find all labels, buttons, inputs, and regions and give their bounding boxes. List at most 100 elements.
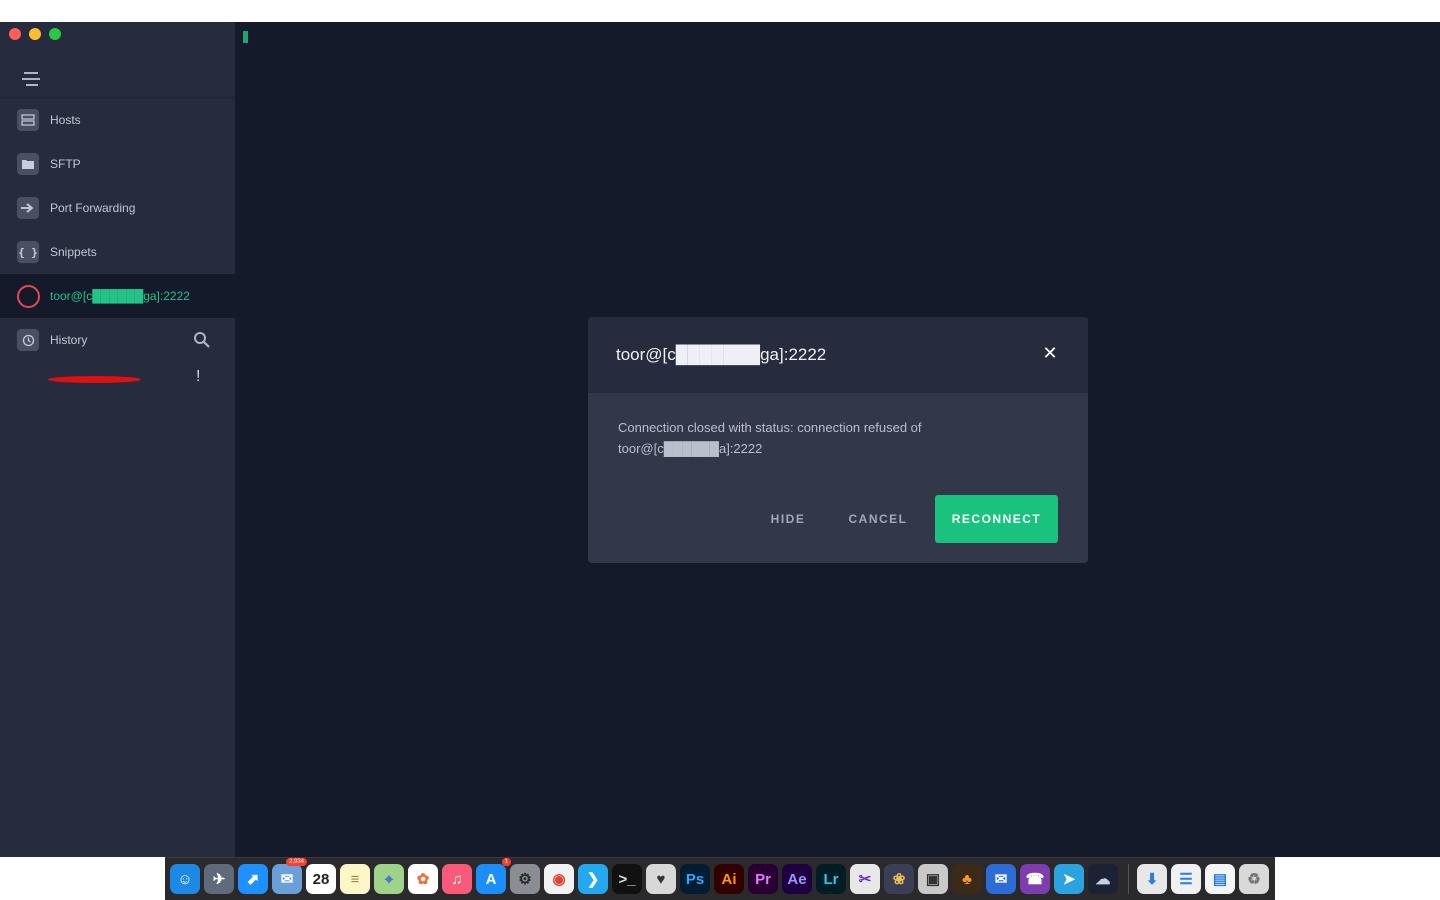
sidebar-item-snippets[interactable]: { } Snippets <box>0 230 235 274</box>
safari-icon[interactable]: ⬈ <box>238 864 268 894</box>
terminal-cursor <box>243 31 248 43</box>
app-store-icon[interactable]: A1 <box>476 858 511 894</box>
notification-badge: 1 <box>501 858 511 866</box>
dock-glyph: ☰ <box>1179 871 1193 888</box>
music-icon[interactable]: ♫ <box>442 864 472 894</box>
active-session-label: toor@[c██████ga]:2222 <box>50 289 190 303</box>
mail-stamp-icon[interactable]: ✉ 2,934 <box>272 858 307 894</box>
viber-icon[interactable]: ☎ <box>1020 864 1050 894</box>
after-effects-icon[interactable]: Ae <box>782 864 812 894</box>
sidebar-item-sftp[interactable]: SFTP <box>0 142 235 186</box>
dock: ☺ ✈ ⬈ ✉ 2,934 28 ≡ ⌖ ✿ ♫ A 1 ⚙ ◉ ❯ >_ ♥ Ps Ai Pr Ae Lr ✂ ❀ ▣ ♣ ✉ ☎ ➤… <box>165 857 1275 900</box>
window-controls <box>9 28 61 40</box>
reconnect-button[interactable]: RECONNECT <box>935 495 1058 543</box>
sidebar-item-label: Port Forwarding <box>50 201 136 215</box>
dock-glyph: Ps <box>685 870 705 888</box>
launchpad-icon[interactable]: ✈ <box>204 864 234 894</box>
dock-glyph: ✉ <box>994 871 1008 888</box>
dock-glyph: ❀ <box>892 871 906 888</box>
illustrator-icon[interactable]: Ai <box>714 864 744 894</box>
dock-glyph: A <box>485 870 497 888</box>
dock-glyph: ☎ <box>1025 871 1045 888</box>
dock-glyph: ❯ <box>586 871 600 888</box>
dialog-title: toor@[c███████ga]:2222 <box>616 345 827 364</box>
dock-separator <box>1128 864 1129 894</box>
maps-icon[interactable]: ⌖ <box>374 864 404 894</box>
sidebar-item-label: Snippets <box>50 245 97 259</box>
termius-icon[interactable]: ☁ <box>1088 864 1118 894</box>
dock-glyph: ☺ <box>177 870 193 888</box>
dock-glyph: ✉ <box>280 871 294 888</box>
minimize-window-button[interactable] <box>29 28 41 40</box>
redacted-hostname <box>48 376 141 383</box>
dialog-message-line: toor@[c██████a]:2222 <box>618 441 763 456</box>
dialog-message: Connection closed with status: connectio… <box>618 417 1058 459</box>
dock-glyph: ◉ <box>552 871 566 888</box>
history-label: History <box>50 333 88 347</box>
photos-icon[interactable]: ✿ <box>408 864 438 894</box>
disconnected-status-icon <box>17 284 40 308</box>
airmail-icon[interactable]: ✉ <box>986 864 1016 894</box>
system-preferences-icon[interactable]: ⚙ <box>510 864 540 894</box>
dock-glyph: ⌖ <box>384 870 394 888</box>
photoshop-icon[interactable]: Ps <box>680 864 710 894</box>
dock-glyph: ▤ <box>1212 871 1228 888</box>
final-cut-icon[interactable]: ✂ <box>850 864 880 894</box>
premiere-icon[interactable]: Pr <box>748 864 778 894</box>
dock-glyph: Pr <box>755 870 771 888</box>
documents-stack-icon[interactable]: ☰ <box>1171 864 1201 894</box>
calendar-icon[interactable]: 28 <box>306 864 336 894</box>
trash-icon[interactable]: ♻ <box>1239 864 1269 894</box>
screenshots-stack-icon[interactable]: ▤ <box>1205 864 1235 894</box>
snippets-icon: { } <box>17 241 39 263</box>
notification-badge: 2,934 <box>285 858 307 866</box>
sidebar-item-hosts[interactable]: Hosts <box>0 98 235 142</box>
hide-button[interactable]: HIDE <box>758 495 818 543</box>
history-entry[interactable]: ! <box>0 364 235 396</box>
fl-studio-icon[interactable]: ♣ <box>952 864 982 894</box>
dock-glyph: ⬈ <box>246 871 260 888</box>
finder-icon[interactable]: ☺ <box>170 864 200 894</box>
davinci-icon[interactable]: ❀ <box>884 864 914 894</box>
search-icon[interactable] <box>193 331 211 349</box>
dock-glyph: ✂ <box>858 871 872 888</box>
folder-icon <box>17 153 39 175</box>
dock-glyph: ♣ <box>962 870 972 888</box>
zoom-window-button[interactable] <box>49 28 61 40</box>
dock-glyph: ♻ <box>1247 871 1261 888</box>
dock-glyph: ⬇ <box>1145 871 1159 888</box>
connection-dialog: toor@[c███████ga]:2222 ✕ Connection clos… <box>588 317 1088 563</box>
sidebar-item-label: Hosts <box>50 113 81 127</box>
hosts-icon <box>17 109 39 131</box>
dock-glyph: ▣ <box>925 871 941 888</box>
dock-glyph: Ai <box>721 870 737 888</box>
dock-glyph: Ae <box>787 870 807 888</box>
compressor-icon[interactable]: ▣ <box>918 864 948 894</box>
close-window-button[interactable] <box>9 28 21 40</box>
sidebar-item-label: SFTP <box>50 157 81 171</box>
dock-glyph: ≡ <box>350 870 360 888</box>
lightroom-icon[interactable]: Lr <box>816 864 846 894</box>
dock-glyph: ✿ <box>416 871 430 888</box>
dock-glyph: >_ <box>618 870 636 888</box>
chrome-icon[interactable]: ◉ <box>544 864 574 894</box>
dialog-header: toor@[c███████ga]:2222 ✕ <box>588 317 1088 393</box>
warning-icon: ! <box>196 368 201 385</box>
telegram-icon[interactable]: ➤ <box>1054 864 1084 894</box>
active-session-tab[interactable]: toor@[c██████ga]:2222 <box>0 274 235 318</box>
dock-glyph: ✈ <box>212 871 226 888</box>
downloads-stack-icon[interactable]: ⬇ <box>1137 864 1167 894</box>
vscode-icon[interactable]: ❯ <box>578 864 608 894</box>
cancel-button[interactable]: CANCEL <box>838 495 918 543</box>
notes-icon[interactable]: ≡ <box>340 864 370 894</box>
dock-glyph: ♥ <box>656 870 666 888</box>
close-icon[interactable]: ✕ <box>1042 345 1058 363</box>
sidebar-item-port-forwarding[interactable]: Port Forwarding <box>0 186 235 230</box>
menu-toggle-icon[interactable] <box>22 72 40 86</box>
port-forwarding-icon <box>17 197 39 219</box>
terminal-icon[interactable]: >_ <box>612 864 642 894</box>
sidebar-item-history[interactable]: History <box>0 318 235 362</box>
dialog-message-line: Connection closed with status: connectio… <box>618 420 922 435</box>
termius-window: Hosts SFTP Port Forwarding { } Snippets … <box>0 22 1440 857</box>
sequel-pro-icon[interactable]: ♥ <box>646 864 676 894</box>
